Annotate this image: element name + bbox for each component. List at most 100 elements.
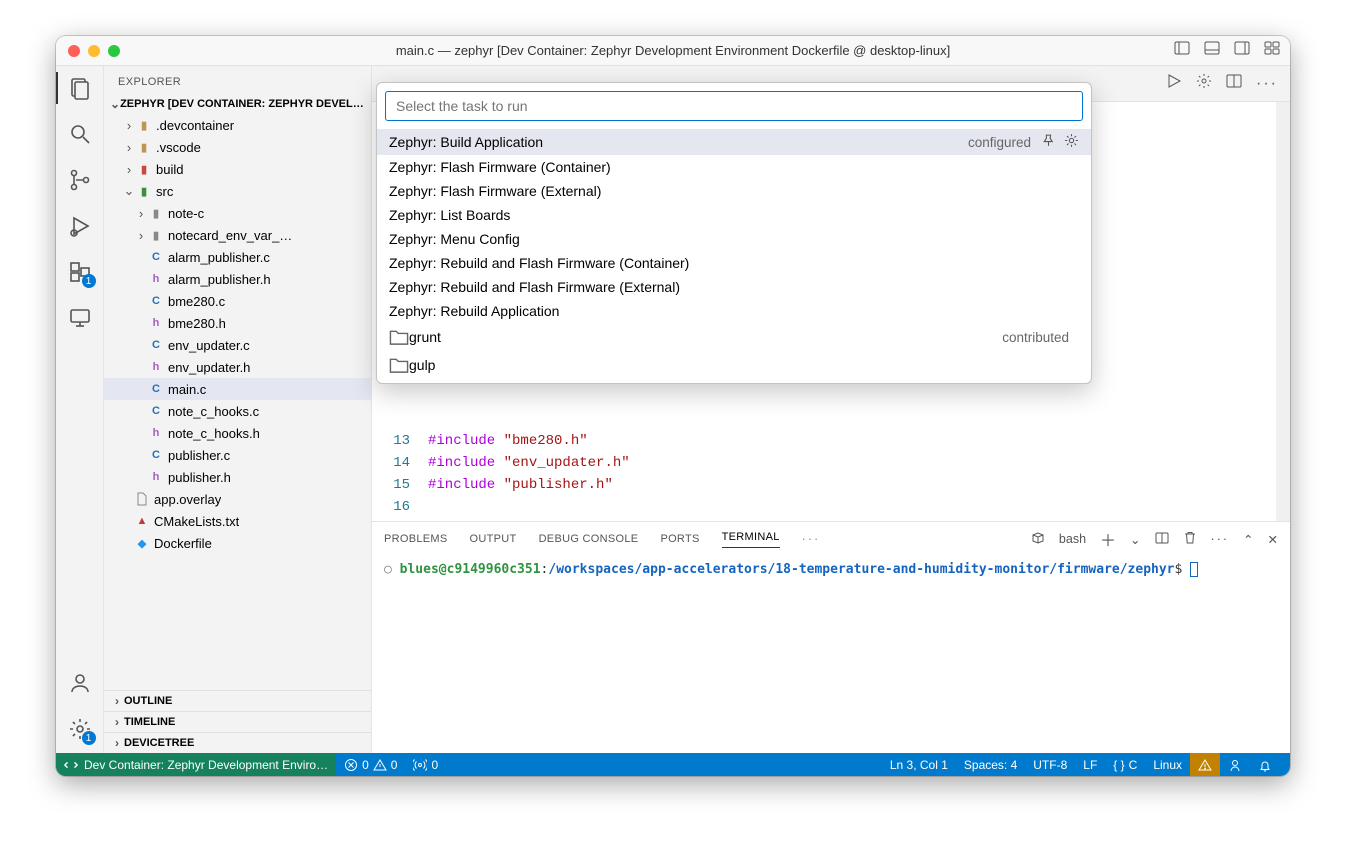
manage-icon[interactable]: 1 — [68, 717, 92, 741]
file-env-upd-h[interactable]: henv_updater.h — [104, 356, 371, 378]
eol[interactable]: LF — [1075, 758, 1105, 772]
file-bme280-c[interactable]: Cbme280.c — [104, 290, 371, 312]
folder-icon: ▮ — [148, 205, 164, 221]
accounts-icon[interactable] — [68, 671, 92, 695]
tab-ports[interactable]: PORTS — [660, 533, 699, 545]
quick-pick-item[interactable]: Zephyr: List Boards — [377, 203, 1091, 227]
gear-icon[interactable] — [1064, 133, 1079, 151]
minimize-icon[interactable] — [88, 45, 100, 57]
folder-devcontainer[interactable]: ›▮.devcontainer — [104, 114, 371, 136]
quick-pick-label: gulp — [409, 357, 1079, 373]
quick-pick-item[interactable]: Zephyr: Flash Firmware (Container) — [377, 155, 1091, 179]
folder-src[interactable]: ⌄▮src — [104, 180, 371, 202]
more-icon[interactable]: ··· — [1211, 532, 1230, 546]
quick-pick-item[interactable]: Zephyr: Rebuild Application — [377, 299, 1091, 323]
file-h-icon: h — [148, 315, 164, 331]
str: "bme280.h" — [504, 433, 588, 449]
file-overlay[interactable]: app.overlay — [104, 488, 371, 510]
language-mode[interactable]: { } C — [1105, 758, 1145, 772]
file-env-upd-c[interactable]: Cenv_updater.c — [104, 334, 371, 356]
folder-icon — [389, 327, 409, 347]
file-pub-c[interactable]: Cpublisher.c — [104, 444, 371, 466]
file-bme280-h[interactable]: hbme280.h — [104, 312, 371, 334]
notifications-icon[interactable] — [1250, 758, 1280, 772]
quick-pick-item[interactable]: Zephyr: Rebuild and Flash Firmware (Exte… — [377, 275, 1091, 299]
window: main.c — zephyr [Dev Container: Zephyr D… — [56, 36, 1290, 776]
file-pub-h[interactable]: hpublisher.h — [104, 466, 371, 488]
task-input[interactable] — [385, 91, 1083, 121]
more-icon[interactable]: ··· — [1256, 75, 1278, 93]
tab-output[interactable]: OUTPUT — [470, 533, 517, 545]
file-h-icon: h — [148, 469, 164, 485]
remote-status[interactable]: Dev Container: Zephyr Development Enviro… — [56, 753, 336, 776]
extensions-badge: 1 — [82, 274, 96, 288]
workspace-root[interactable]: ⌄ ZEPHYR [DEV CONTAINER: ZEPHYR DEVELOPM… — [104, 94, 371, 114]
pin-icon[interactable] — [1041, 133, 1056, 151]
toggle-secondary-sidebar-icon[interactable] — [1234, 40, 1250, 61]
quick-pick-label: Zephyr: List Boards — [389, 207, 1079, 223]
split-editor-icon[interactable] — [1226, 73, 1242, 94]
tab-problems[interactable]: PROBLEMS — [384, 533, 448, 545]
more-icon[interactable]: ··· — [802, 532, 821, 546]
quick-pick-item[interactable]: Zephyr: Flash Firmware (External) — [377, 179, 1091, 203]
file-alarm-pub-h[interactable]: halarm_publisher.h — [104, 268, 371, 290]
quick-pick: Zephyr: Build ApplicationconfiguredZephy… — [376, 82, 1092, 384]
zoom-icon[interactable] — [108, 45, 120, 57]
extensions-icon[interactable]: 1 — [68, 260, 92, 284]
section-outline[interactable]: › OUTLINE — [104, 690, 371, 711]
customize-layout-icon[interactable] — [1264, 40, 1280, 61]
tab-debug[interactable]: DEBUG CONSOLE — [539, 533, 639, 545]
terminal[interactable]: ○ blues@c9149960c351:/workspaces/app-acc… — [372, 556, 1290, 753]
folder-build[interactable]: ›▮build — [104, 158, 371, 180]
folder-env-var[interactable]: ›▮notecard_env_var_… — [104, 224, 371, 246]
file-main-c[interactable]: Cmain.c — [104, 378, 371, 400]
encoding[interactable]: UTF-8 — [1025, 758, 1075, 772]
linecol[interactable]: Ln 3, Col 1 — [882, 758, 956, 772]
file-cmake[interactable]: ▲CMakeLists.txt — [104, 510, 371, 532]
maximize-panel-icon[interactable]: ⌃ — [1243, 532, 1253, 547]
folder-vscode[interactable]: ›▮.vscode — [104, 136, 371, 158]
term-path: /workspaces/app-accelerators/18-temperat… — [548, 562, 1174, 577]
search-icon[interactable] — [68, 122, 92, 146]
quick-pick-item[interactable]: Zephyr: Menu Config — [377, 227, 1091, 251]
source-control-icon[interactable] — [68, 168, 92, 192]
new-terminal-icon[interactable]: ＋ — [1100, 527, 1116, 551]
os-label[interactable]: Linux — [1145, 758, 1190, 772]
ports-item[interactable]: 0 — [405, 758, 446, 772]
gear-icon[interactable] — [1196, 73, 1212, 94]
tab-terminal[interactable]: TERMINAL — [722, 531, 780, 548]
term-user: blues@c9149960c351 — [400, 562, 541, 577]
toggle-primary-sidebar-icon[interactable] — [1174, 40, 1190, 61]
file-dockerfile[interactable]: ◆Dockerfile — [104, 532, 371, 554]
close-panel-icon[interactable]: ✕ — [1268, 532, 1278, 547]
run-debug-icon[interactable] — [68, 214, 92, 238]
quick-pick-label: Zephyr: Flash Firmware (External) — [389, 183, 1079, 199]
chevron-down-icon[interactable]: ⌄ — [1130, 532, 1140, 547]
folder-note-c[interactable]: ›▮note-c — [104, 202, 371, 224]
shell-label[interactable]: bash — [1059, 532, 1086, 546]
file-hooks-h[interactable]: hnote_c_hooks.h — [104, 422, 371, 444]
status-warning-icon[interactable] — [1190, 753, 1220, 776]
quick-pick-list: Zephyr: Build ApplicationconfiguredZephy… — [377, 129, 1091, 383]
close-icon[interactable] — [68, 45, 80, 57]
split-terminal-icon[interactable] — [1155, 531, 1169, 548]
run-icon[interactable] — [1166, 73, 1182, 94]
errors-item[interactable]: 0 0 — [336, 758, 405, 772]
file-alarm-pub-c[interactable]: Calarm_publisher.c — [104, 246, 371, 268]
toggle-panel-icon[interactable] — [1204, 40, 1220, 61]
section-timeline[interactable]: › TIMELINE — [104, 711, 371, 732]
quick-pick-item[interactable]: Zephyr: Build Applicationconfigured — [377, 129, 1091, 155]
quick-pick-item[interactable]: Zephyr: Rebuild and Flash Firmware (Cont… — [377, 251, 1091, 275]
file-c-icon: C — [148, 293, 164, 309]
remote-explorer-icon[interactable] — [68, 306, 92, 330]
explorer-icon[interactable] — [68, 76, 92, 100]
quick-pick-item[interactable]: gruntcontributed — [377, 323, 1091, 351]
file-hooks-c[interactable]: Cnote_c_hooks.c — [104, 400, 371, 422]
indentation[interactable]: Spaces: 4 — [956, 758, 1025, 772]
line-num: 16 — [372, 499, 428, 515]
section-devicetree[interactable]: › DEVICETREE — [104, 732, 371, 753]
feedback-icon[interactable] — [1220, 758, 1250, 772]
trash-icon[interactable] — [1183, 531, 1197, 548]
quick-pick-item[interactable]: gulp — [377, 351, 1091, 379]
file-h-icon: h — [148, 425, 164, 441]
